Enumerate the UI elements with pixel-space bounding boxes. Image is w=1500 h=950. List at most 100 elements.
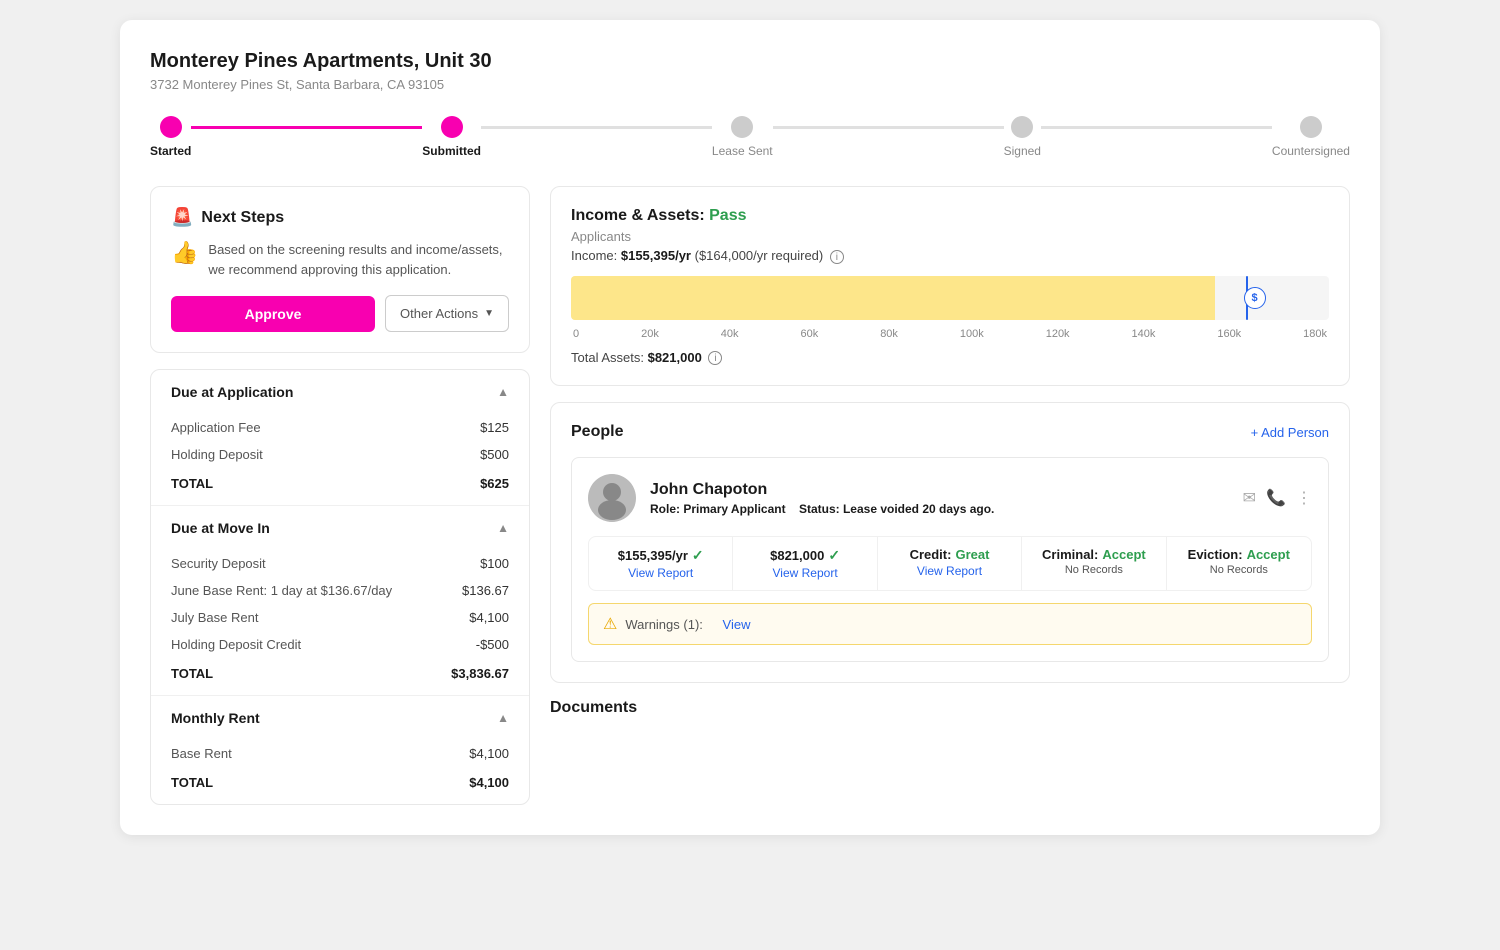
warning-box: ⚠ Warnings (1): View (588, 603, 1312, 645)
next-steps-title: Next Steps (201, 209, 284, 227)
fee-section-application: Due at Application ▲ Application Fee $12… (151, 370, 529, 506)
step-label-lease-sent: Lease Sent (712, 144, 773, 158)
progress-section: Started Submitted Lease Sent Signed Coun… (150, 116, 1350, 158)
thumbsup-icon: 👍 (171, 240, 198, 266)
chevron-up-icon-movein: ▲ (497, 521, 509, 535)
avatar (588, 474, 636, 522)
app-fee-label: Application Fee (171, 420, 261, 435)
approve-button[interactable]: Approve (171, 296, 375, 332)
criminal-sub: No Records (1034, 564, 1153, 576)
step-dot-started (160, 116, 182, 138)
eviction-sub: No Records (1179, 564, 1299, 576)
step-lease-sent: Lease Sent (712, 116, 773, 158)
fee-total-monthly: TOTAL $4,100 (151, 767, 529, 804)
fee-row-security: Security Deposit $100 (151, 550, 529, 577)
stat-criminal: Criminal: Accept No Records (1022, 537, 1166, 590)
fee-row-holding-credit: Holding Deposit Credit -$500 (151, 631, 529, 658)
pass-badge: Pass (709, 207, 746, 224)
fee-row-base-rent: Base Rent $4,100 (151, 740, 529, 767)
info-icon[interactable]: i (830, 250, 844, 264)
person-top: John Chapoton Role: Primary Applicant St… (588, 474, 1312, 522)
fee-section-monthly-header[interactable]: Monthly Rent ▲ (151, 696, 529, 740)
documents-title: Documents (550, 699, 1350, 717)
fee-section-movein: Due at Move In ▲ Security Deposit $100 J… (151, 506, 529, 696)
holding-deposit-value: $500 (480, 447, 509, 462)
stat-income-value: $155,395/yr ✓ (601, 547, 720, 564)
step-dot-submitted (441, 116, 463, 138)
stat-credit: Credit: Great View Report (878, 537, 1022, 590)
view-income-report[interactable]: View Report (601, 566, 720, 580)
warning-view-link[interactable]: View (723, 617, 751, 632)
fee-row-june-rent: June Base Rent: 1 day at $136.67/day $13… (151, 577, 529, 604)
fee-section-application-header[interactable]: Due at Application ▲ (151, 370, 529, 414)
next-steps-header: 🚨 Next Steps (171, 207, 509, 228)
alert-icon: 🚨 (171, 207, 193, 228)
fee-section-movein-title: Due at Move In (171, 520, 270, 536)
chevron-up-icon-application: ▲ (497, 385, 509, 399)
add-person-button[interactable]: + Add Person (1251, 425, 1329, 440)
header: Monterey Pines Apartments, Unit 30 3732 … (150, 50, 1350, 92)
fee-section-application-title: Due at Application (171, 384, 293, 400)
property-name: Monterey Pines Apartments, Unit 30 (150, 50, 1350, 73)
phone-icon[interactable]: 📞 (1266, 488, 1286, 508)
step-dot-signed (1011, 116, 1033, 138)
step-submitted: Submitted (422, 116, 481, 158)
email-icon[interactable]: ✉ (1243, 488, 1256, 508)
bar-scale: 0 20k 40k 60k 80k 100k 120k 140k 160k 18… (571, 328, 1329, 340)
assets-info-icon[interactable]: i (708, 351, 722, 365)
step-dot-countersigned (1300, 116, 1322, 138)
left-panel: 🚨 Next Steps 👍 Based on the screening re… (150, 186, 530, 805)
person-info: John Chapoton Role: Primary Applicant St… (650, 481, 1229, 516)
people-header: People + Add Person (571, 423, 1329, 441)
income-header: Income & Assets: Pass (571, 207, 1329, 225)
property-address: 3732 Monterey Pines St, Santa Barbara, C… (150, 77, 1350, 92)
stat-income: $155,395/yr ✓ View Report (589, 537, 733, 590)
fee-row-app-fee: Application Fee $125 (151, 414, 529, 441)
next-steps-card: 🚨 Next Steps 👍 Based on the screening re… (150, 186, 530, 353)
fee-row-july-rent: July Base Rent $4,100 (151, 604, 529, 631)
progress-line-1 (191, 126, 422, 129)
person-card: John Chapoton Role: Primary Applicant St… (571, 457, 1329, 662)
holding-deposit-label: Holding Deposit (171, 447, 263, 462)
fee-section-movein-header[interactable]: Due at Move In ▲ (151, 506, 529, 550)
app-fee-value: $125 (480, 420, 509, 435)
income-amount: Income: $155,395/yr ($164,000/yr require… (571, 248, 1329, 264)
person-meta: Role: Primary Applicant Status: Lease vo… (650, 502, 1229, 516)
content-row: 🚨 Next Steps 👍 Based on the screening re… (150, 186, 1350, 805)
total-assets: Total Assets: $821,000 i (571, 350, 1329, 366)
view-assets-report[interactable]: View Report (745, 566, 864, 580)
step-signed: Signed (1004, 116, 1041, 158)
assets-check-icon: ✓ (828, 547, 840, 564)
action-buttons: Approve Other Actions ▼ (171, 295, 509, 332)
documents-section: Documents (550, 699, 1350, 717)
step-label-started: Started (150, 144, 191, 158)
fee-section-monthly-title: Monthly Rent (171, 710, 260, 726)
more-options-icon[interactable]: ⋮ (1296, 488, 1312, 508)
progress-line-2 (481, 126, 712, 129)
next-steps-description: Based on the screening results and incom… (208, 240, 509, 279)
bar-marker: $ (1246, 276, 1248, 320)
chevron-down-icon: ▼ (484, 308, 494, 319)
fee-row-holding: Holding Deposit $500 (151, 441, 529, 468)
dollar-icon: $ (1244, 287, 1266, 309)
step-label-signed: Signed (1004, 144, 1041, 158)
stat-credit-value: Credit: Great (890, 547, 1009, 562)
main-container: Monterey Pines Apartments, Unit 30 3732 … (120, 20, 1380, 835)
step-label-submitted: Submitted (422, 144, 481, 158)
fee-total-application: TOTAL $625 (151, 468, 529, 505)
stat-eviction: Eviction: Accept No Records (1167, 537, 1311, 590)
step-label-countersigned: Countersigned (1272, 144, 1350, 158)
step-dot-lease-sent (731, 116, 753, 138)
income-check-icon: ✓ (692, 547, 704, 564)
next-steps-body: 👍 Based on the screening results and inc… (171, 240, 509, 279)
total-application: $625 (480, 476, 509, 491)
right-panel: Income & Assets: Pass Applicants Income:… (550, 186, 1350, 717)
stat-eviction-value: Eviction: Accept (1179, 547, 1299, 562)
view-credit-report[interactable]: View Report (890, 564, 1009, 578)
applicants-label: Applicants (571, 229, 1329, 244)
stat-assets-value: $821,000 ✓ (745, 547, 864, 564)
person-name: John Chapoton (650, 481, 1229, 499)
warning-icon: ⚠ (603, 614, 617, 634)
step-countersigned: Countersigned (1272, 116, 1350, 158)
other-actions-button[interactable]: Other Actions ▼ (385, 295, 509, 332)
